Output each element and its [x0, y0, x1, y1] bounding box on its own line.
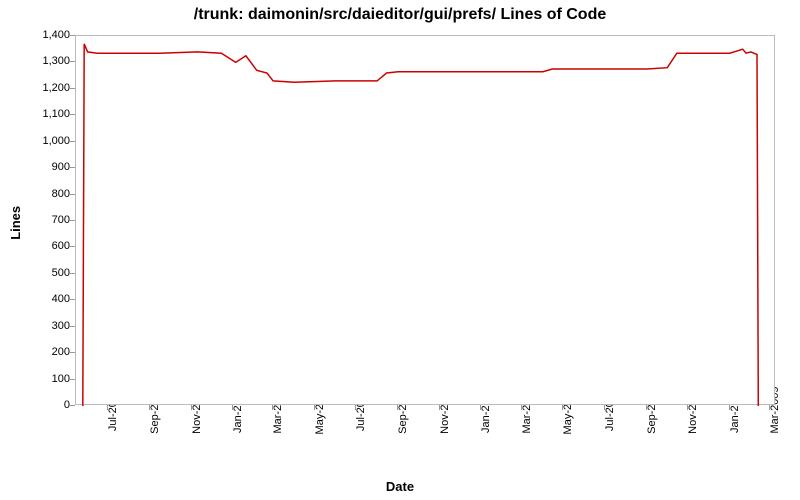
y-tick-label: 1,000	[30, 135, 70, 147]
y-tick-label: 1,300	[30, 55, 70, 67]
y-tick-label: 1,100	[30, 108, 70, 120]
y-tick-label: 800	[30, 188, 70, 200]
y-tick-label: 600	[30, 240, 70, 252]
plot-svg	[76, 36, 776, 406]
y-tick-label: 900	[30, 161, 70, 173]
x-axis-label: Date	[0, 479, 800, 494]
lines-of-code-series	[83, 44, 759, 406]
loc-chart: /trunk: daimonin/src/daieditor/gui/prefs…	[0, 0, 800, 500]
y-tick-label: 300	[30, 320, 70, 332]
y-tick-label: 1,400	[30, 29, 70, 41]
chart-title: /trunk: daimonin/src/daieditor/gui/prefs…	[0, 6, 800, 24]
y-tick-label: 100	[30, 373, 70, 385]
y-tick-label: 400	[30, 293, 70, 305]
y-tick-label: 700	[30, 214, 70, 226]
y-tick-mark	[70, 405, 75, 406]
y-tick-label: 200	[30, 346, 70, 358]
y-tick-label: 0	[30, 399, 70, 411]
y-tick-label: 1,200	[30, 82, 70, 94]
y-tick-label: 500	[30, 267, 70, 279]
y-axis-label: Lines	[8, 206, 23, 240]
plot-area	[75, 35, 775, 405]
